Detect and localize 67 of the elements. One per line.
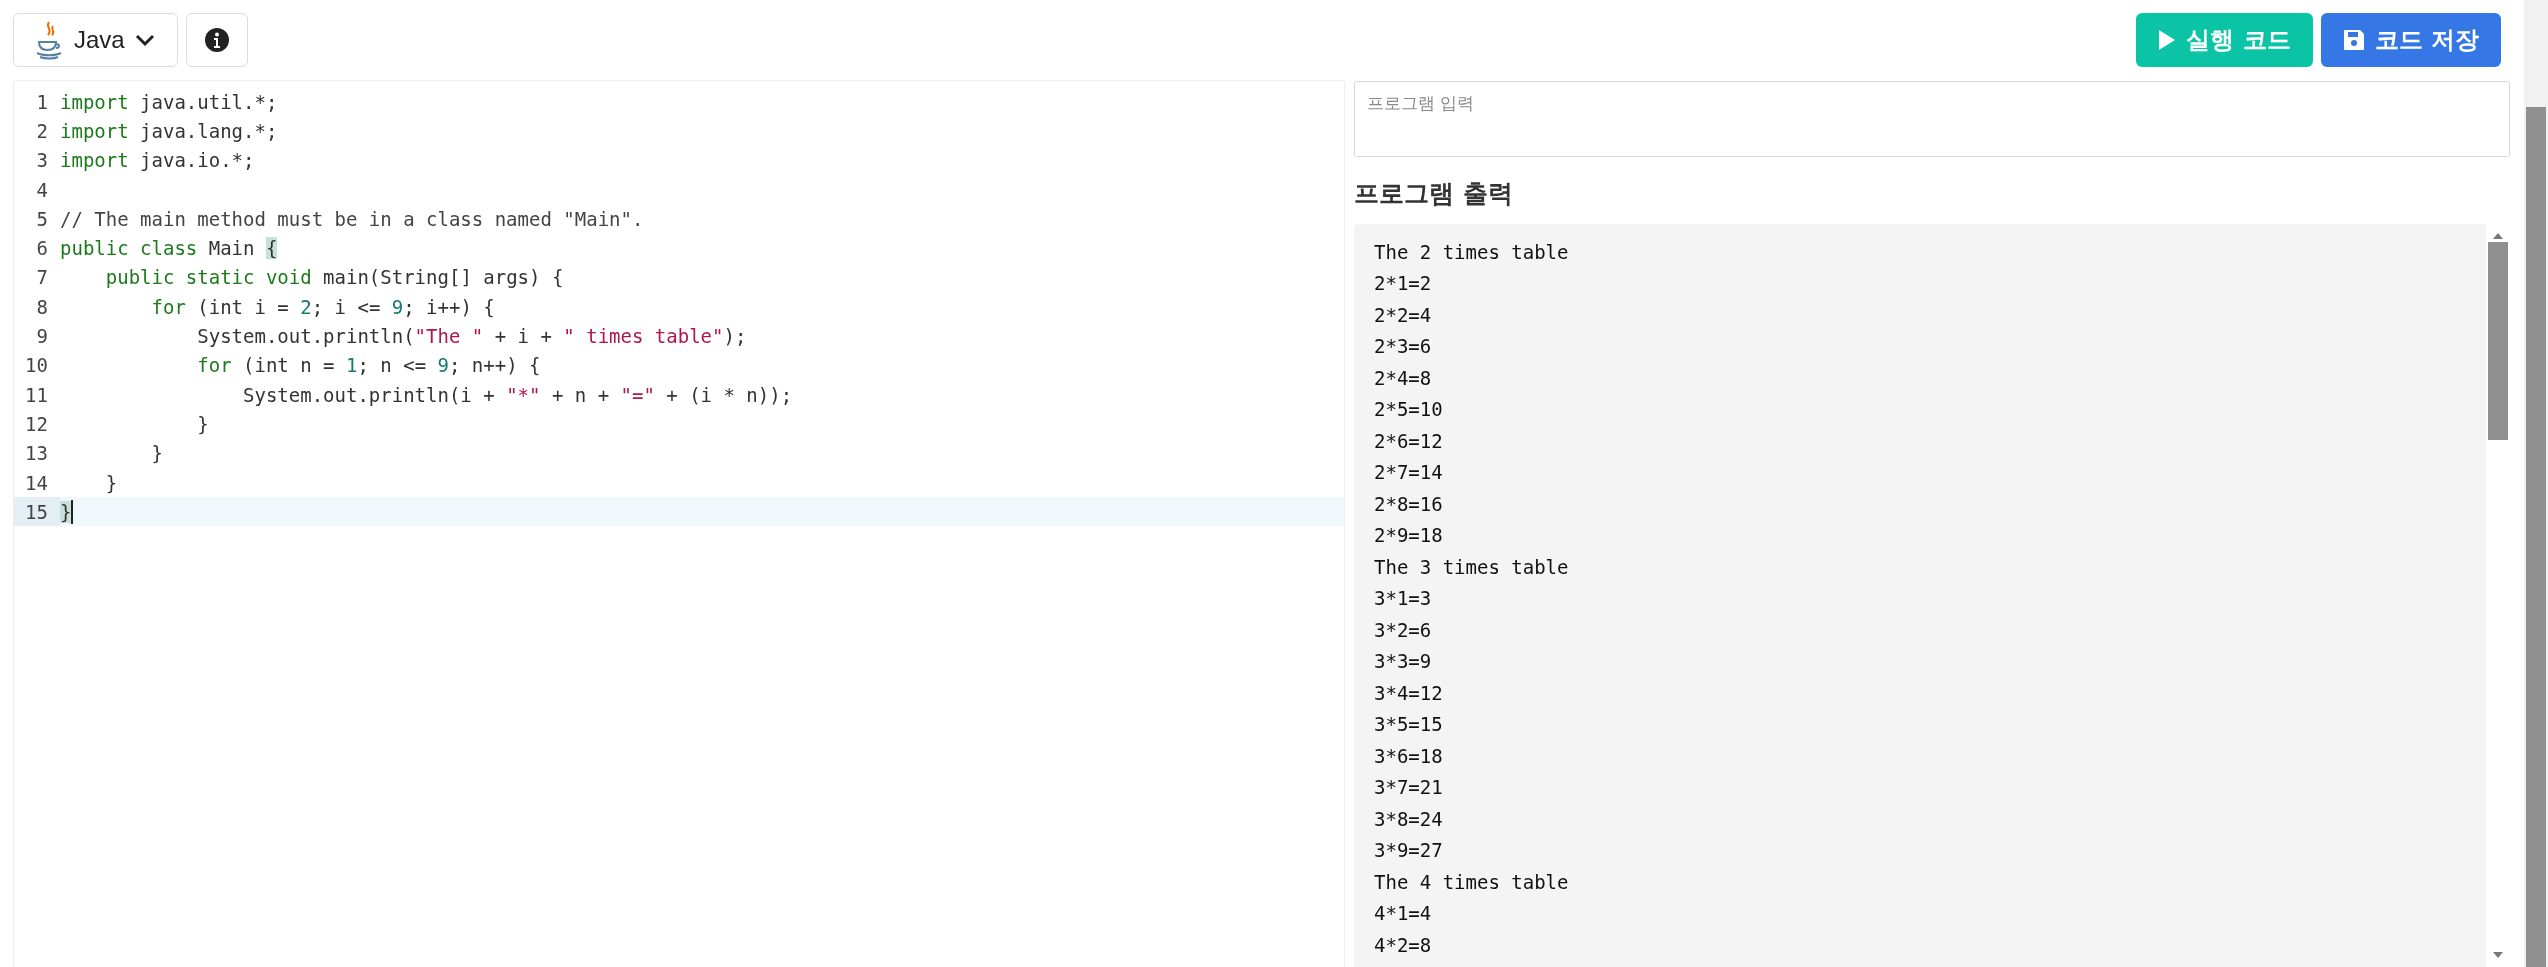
output-line: 2*4=8 xyxy=(1374,365,1433,391)
page-scrollbar[interactable] xyxy=(2524,0,2548,967)
scrollbar-thumb[interactable] xyxy=(2526,107,2546,967)
chevron-down-icon xyxy=(134,33,155,47)
output-line: 2*5=10 xyxy=(1374,397,1444,423)
line-number: 8 xyxy=(35,295,49,318)
output-line: 2*7=14 xyxy=(1374,460,1444,486)
line-number: 6 xyxy=(35,237,49,260)
code-line: for (int n = 1; n <= 9; n++) { xyxy=(196,354,541,377)
play-icon xyxy=(2158,29,2177,51)
scrollbar-thumb[interactable] xyxy=(2488,242,2508,440)
output-line: 3*9=27 xyxy=(1374,838,1444,864)
output-line: 3*2=6 xyxy=(1374,617,1433,643)
output-line: 4*1=4 xyxy=(1374,901,1433,927)
output-line: 2*1=2 xyxy=(1374,271,1433,297)
output-line: 2*8=16 xyxy=(1374,491,1444,517)
line-number: 9 xyxy=(35,325,49,347)
line-number: 7 xyxy=(35,266,49,289)
code-line: import java.io.*; xyxy=(60,149,255,172)
line-number: 4 xyxy=(35,178,49,201)
scroll-down-arrow-icon[interactable] xyxy=(2492,951,2504,959)
line-number: 11 xyxy=(24,383,49,406)
output-line: 2*2=4 xyxy=(1374,302,1433,328)
code-line: // The main method must be in a class named "Main". xyxy=(60,207,644,230)
code-line: public class Main { xyxy=(60,237,278,260)
output-line: The 2 times table xyxy=(1374,239,1570,265)
line-number: 14 xyxy=(24,471,49,494)
line-number: 2 xyxy=(35,119,49,142)
code-line: import java.lang.*; xyxy=(60,119,278,142)
line-number: 15 xyxy=(14,497,60,527)
output-line: 3*8=24 xyxy=(1374,806,1444,832)
output-line: 4*2=8 xyxy=(1374,932,1433,958)
program-input-field[interactable]: 프로그램 입력 xyxy=(1354,81,2510,157)
line-number: 13 xyxy=(24,442,49,465)
output-line: 3*7=21 xyxy=(1374,775,1444,801)
output-line: 3*5=15 xyxy=(1374,712,1444,738)
output-line: The 4 times table xyxy=(1374,869,1570,895)
code-line: System.out.println("The " + i + " times table"); xyxy=(196,325,747,347)
line-number: 5 xyxy=(35,207,49,230)
output-line: 3*3=9 xyxy=(1374,649,1433,675)
output-line: 3*4=12 xyxy=(1374,680,1444,706)
code-line: public static void main(String[] args) { xyxy=(104,266,564,289)
line-number: 1 xyxy=(35,90,49,113)
code-line: } xyxy=(150,442,163,465)
output-line: 2*6=12 xyxy=(1374,428,1444,454)
output-line: 2*3=6 xyxy=(1374,334,1433,360)
code-line: for (int i = 2; i <= 9; i++) { xyxy=(150,295,495,318)
code-line: } xyxy=(104,471,118,494)
info-button[interactable] xyxy=(185,13,248,67)
code-line: import java.util.*; xyxy=(60,90,278,113)
scroll-up-arrow-icon[interactable] xyxy=(2492,232,2504,240)
save-code-button[interactable]: 코드 저장 xyxy=(2320,13,2501,67)
language-dropdown[interactable]: Java xyxy=(13,13,178,67)
output-heading: 프로그램 출력 xyxy=(1354,178,1514,210)
coffee-cup-icon xyxy=(34,20,64,60)
output-line: 2*9=18 xyxy=(1374,523,1444,549)
output-line: 3*1=3 xyxy=(1374,586,1433,612)
output-line: The 3 times table xyxy=(1374,554,1570,580)
save-icon xyxy=(2342,29,2365,51)
output-line: 3*6=18 xyxy=(1374,743,1444,769)
code-line: System.out.println(i + "*" + n + "=" + (i * n)); xyxy=(242,383,793,406)
line-number: 10 xyxy=(24,354,49,377)
run-code-button[interactable]: 실행 코드 xyxy=(2136,13,2313,67)
line-number: 12 xyxy=(24,412,49,435)
code-line: } xyxy=(196,412,209,435)
info-icon xyxy=(204,28,229,52)
line-number: 3 xyxy=(35,149,49,172)
